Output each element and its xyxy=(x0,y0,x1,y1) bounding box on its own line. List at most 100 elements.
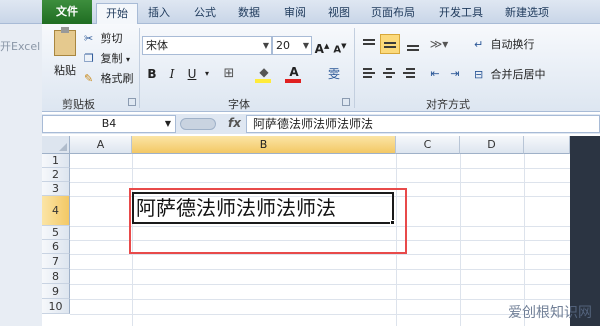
copy-dropdown-icon: ▾ xyxy=(126,55,131,64)
row-header-8[interactable]: 8 xyxy=(42,269,70,284)
tab-file[interactable]: 文件 xyxy=(42,0,92,24)
chevron-down-icon: ▼ xyxy=(302,41,309,50)
alignment-group-caption: 对齐方式 xyxy=(426,98,470,111)
group-divider xyxy=(354,28,355,108)
window-left-strip: 开Excel xyxy=(0,0,42,326)
tab-new[interactable]: 新建选项 xyxy=(498,3,556,24)
wrap-text-label: 自动换行 xyxy=(490,38,535,51)
name-box-value: B4 xyxy=(101,117,117,130)
brush-icon: ✎ xyxy=(84,72,94,85)
tab-home[interactable]: 开始 xyxy=(96,3,138,25)
scissors-icon: ✂ xyxy=(84,32,94,45)
italic-button[interactable]: I xyxy=(164,64,180,84)
fill-color-swatch xyxy=(255,79,271,83)
copy-icon: ❐ xyxy=(84,52,94,65)
grow-font-button[interactable]: A▲ xyxy=(314,36,330,56)
paste-button[interactable]: 粘贴 xyxy=(50,27,80,92)
copy-button[interactable]: ❐ 复制 ▾ xyxy=(84,50,130,68)
font-size-value: 20 xyxy=(276,39,290,52)
ribbon-tab-strip: 文件 开始 插入 公式 数据 审阅 视图 页面布局 开发工具 新建选项 xyxy=(0,0,600,25)
font-color-swatch xyxy=(285,79,301,83)
merge-center-label: 合并后居中 xyxy=(490,68,546,81)
column-header-e[interactable] xyxy=(524,136,570,154)
formula-bar: B4 ▼ fx 阿萨德法师法师法师法 xyxy=(42,114,600,134)
font-name-select[interactable]: 宋体 ▼ xyxy=(142,36,272,55)
tab-page-layout[interactable]: 页面布局 xyxy=(364,3,422,24)
tab-formulas[interactable]: 公式 xyxy=(188,3,222,24)
font-size-select[interactable]: 20 ▼ xyxy=(272,36,312,55)
row-header-1[interactable]: 1 xyxy=(42,154,70,168)
paint-bucket-icon: ◆ xyxy=(259,65,269,79)
tab-developer[interactable]: 开发工具 xyxy=(432,3,490,24)
cut-button[interactable]: ✂ 剪切 xyxy=(84,30,123,48)
column-header-b[interactable]: B xyxy=(132,136,396,154)
tab-data[interactable]: 数据 xyxy=(232,3,266,24)
border-button[interactable]: ⊞ xyxy=(218,64,240,84)
row-header-5[interactable]: 5 xyxy=(42,226,70,240)
wrap-text-button[interactable]: ↵ 自动换行 xyxy=(474,36,535,54)
row-header-6[interactable]: 6 xyxy=(42,240,70,254)
row-header-4[interactable]: 4 xyxy=(42,196,70,226)
cut-label: 剪切 xyxy=(100,32,123,45)
column-header-a[interactable]: A xyxy=(70,136,132,154)
worksheet-grid[interactable]: A B C D 1 2 3 4 5 6 7 8 9 10 阿萨德法师法师法师法 xyxy=(42,136,600,326)
tab-view[interactable]: 视图 xyxy=(322,3,356,24)
font-name-value: 宋体 xyxy=(146,39,168,52)
orientation-button[interactable]: ≫▾ xyxy=(426,34,452,54)
chevron-down-icon: ▼ xyxy=(262,41,269,50)
underline-dropdown-icon[interactable]: ▾ xyxy=(202,64,212,84)
font-color-button[interactable]: A xyxy=(282,62,306,83)
merge-center-button[interactable]: ⊟ 合并后居中 xyxy=(474,66,546,84)
paste-label: 粘贴 xyxy=(54,64,76,77)
right-panel xyxy=(570,136,600,326)
column-header-d[interactable]: D xyxy=(460,136,524,154)
clipboard-group-caption: 剪贴板 xyxy=(62,98,95,111)
shrink-font-button[interactable]: A▼ xyxy=(332,36,348,56)
gridline xyxy=(70,284,570,285)
tab-insert[interactable]: 插入 xyxy=(142,3,176,24)
phonetic-button[interactable]: 雯 xyxy=(322,64,346,84)
font-launcher-icon[interactable] xyxy=(342,98,350,106)
formula-input[interactable]: 阿萨德法师法师法师法 xyxy=(246,115,600,133)
align-right-button[interactable] xyxy=(400,66,418,82)
bold-button[interactable]: B xyxy=(144,64,160,84)
name-box[interactable]: B4 ▼ xyxy=(42,115,176,133)
column-header-c[interactable]: C xyxy=(396,136,460,154)
decrease-indent-button[interactable]: ⇤ xyxy=(426,64,444,84)
row-header-3[interactable]: 3 xyxy=(42,182,70,196)
gridline xyxy=(70,314,570,315)
clipboard-launcher-icon[interactable] xyxy=(128,98,136,106)
align-middle-button[interactable] xyxy=(380,34,400,54)
fill-color-button[interactable]: ◆ xyxy=(252,62,276,83)
align-center-button[interactable] xyxy=(380,66,398,82)
gridline xyxy=(70,254,570,255)
gridline xyxy=(70,168,570,169)
highlight-box xyxy=(129,188,407,254)
tab-review[interactable]: 审阅 xyxy=(278,3,312,24)
gridline xyxy=(70,182,570,183)
format-painter-button[interactable]: ✎ 格式刷 xyxy=(84,70,134,88)
increase-indent-button[interactable]: ⇥ xyxy=(446,64,464,84)
letter-a-icon: A xyxy=(289,65,299,79)
gridline xyxy=(524,154,525,326)
row-header-10[interactable]: 10 xyxy=(42,299,70,314)
background-window-text: 开Excel xyxy=(0,40,41,53)
gridline xyxy=(460,154,461,326)
underline-button[interactable]: U xyxy=(184,64,200,84)
select-all-button[interactable] xyxy=(42,136,70,154)
align-top-button[interactable] xyxy=(360,36,378,52)
copy-label: 复制 xyxy=(100,52,123,65)
gridline xyxy=(70,269,570,270)
align-left-button[interactable] xyxy=(360,66,378,82)
group-divider xyxy=(139,28,140,108)
chevron-down-icon: ▼ xyxy=(164,119,171,128)
format-painter-label: 格式刷 xyxy=(100,72,134,85)
align-bottom-button[interactable] xyxy=(404,36,422,52)
row-header-7[interactable]: 7 xyxy=(42,254,70,269)
font-group-caption: 字体 xyxy=(228,98,250,111)
row-header-2[interactable]: 2 xyxy=(42,168,70,182)
insert-function-button[interactable]: fx xyxy=(228,116,241,130)
splitter-handle[interactable] xyxy=(180,118,216,130)
row-header-9[interactable]: 9 xyxy=(42,284,70,299)
clipboard-icon xyxy=(54,27,76,56)
